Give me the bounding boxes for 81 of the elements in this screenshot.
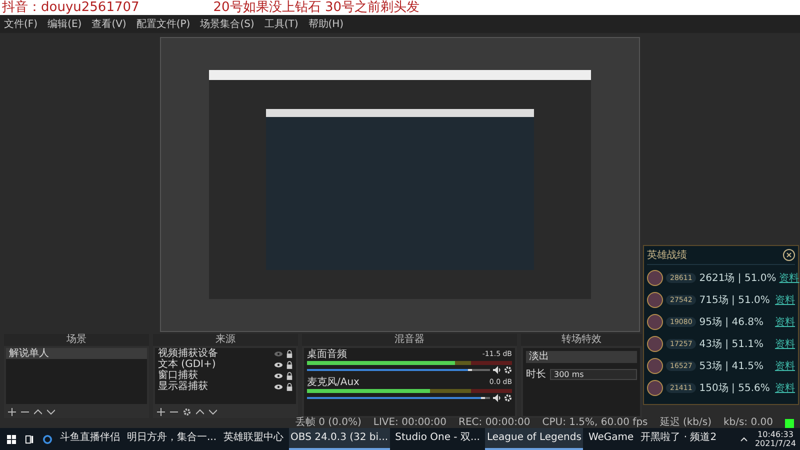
taskbar-app[interactable]: 开黑啦了 · 频道2 [638, 428, 719, 450]
start-icon[interactable] [7, 434, 16, 444]
source-item[interactable]: 显示器捕获 [158, 381, 271, 392]
avatar-placeholder [647, 270, 663, 286]
profile-link[interactable]: 资料 [775, 358, 795, 372]
menu-item[interactable]: 场景集合(S) [200, 17, 254, 31]
menu-item[interactable]: 帮助(H) [308, 17, 344, 31]
clock-date: 2021/7/24 [754, 439, 796, 448]
avatar-placeholder [647, 292, 663, 308]
source-item[interactable]: 文本 (GDI+) [158, 359, 271, 370]
menu-item[interactable]: 文件(F) [4, 17, 38, 31]
stream-status-indicator [785, 418, 794, 428]
taskbar-app[interactable]: 英雄联盟中心 [222, 428, 286, 450]
dock-title: 转场特效 [521, 334, 642, 346]
eye-icon[interactable] [274, 362, 283, 368]
dock-title: 来源 [153, 334, 298, 346]
taskbar-app[interactable]: 明日方舟，集合一... [125, 428, 219, 450]
down-icon[interactable] [47, 408, 55, 416]
profile-link[interactable]: 资料 [779, 270, 800, 284]
profile-link[interactable]: 资料 [775, 336, 795, 350]
panel-title: 英雄战绩 [647, 248, 687, 262]
speaker-icon[interactable] [493, 366, 501, 374]
duration-label: 时长 [526, 368, 546, 381]
record-text: 53场 | 41.5% [699, 360, 764, 372]
chevron-up-icon[interactable] [740, 435, 748, 443]
taskbar-app[interactable]: OBS 24.0.3 (32 bi... [288, 428, 390, 450]
status-text: REC: 00:00:00 [458, 418, 530, 428]
avatar-placeholder [647, 380, 663, 396]
avatar-placeholder [647, 314, 663, 330]
close-icon[interactable] [783, 249, 795, 261]
channel-name: 桌面音频 [307, 349, 347, 360]
task-view-icon[interactable] [25, 434, 34, 444]
overlay-caption: 抖音：douyu2561707 [2, 0, 140, 15]
menu-item[interactable]: 查看(V) [92, 17, 126, 31]
settings-icon[interactable] [183, 408, 191, 416]
add-icon[interactable] [157, 408, 165, 416]
channel-name: 麦克风/Aux [307, 377, 360, 388]
lock-icon[interactable] [286, 382, 293, 390]
settings-icon[interactable] [504, 366, 512, 374]
lock-icon[interactable] [286, 350, 293, 358]
lock-icon[interactable] [286, 372, 293, 380]
menu-item[interactable]: 工具(T) [264, 17, 298, 31]
transition-dropdown[interactable]: 淡出 [526, 351, 637, 363]
menu-item[interactable]: 编辑(E) [48, 17, 82, 31]
speaker-icon[interactable] [493, 394, 501, 402]
profile-link[interactable]: 资料 [775, 314, 795, 328]
add-icon[interactable] [8, 408, 16, 416]
up-icon[interactable] [34, 408, 42, 416]
avatar-placeholder [647, 358, 663, 374]
overlay-message: 20号如果没上钻石 30号之前剃头发 [213, 0, 420, 15]
record-text: 95场 | 46.8% [699, 316, 764, 328]
record-text: 150场 | 55.6% [699, 382, 771, 394]
eye-icon[interactable] [274, 372, 283, 378]
dock-title: 场景 [4, 334, 149, 346]
scene-item[interactable]: 解说单人 [6, 348, 147, 359]
clock-time: 10:46:33 [758, 430, 794, 439]
taskbar-app[interactable]: WeGame [586, 428, 636, 450]
record-text: 715场 | 51.0% [699, 294, 771, 306]
record-text: 43场 | 51.1% [699, 338, 764, 350]
dock-title: 混音器 [302, 334, 517, 346]
settings-icon[interactable] [504, 394, 512, 402]
taskbar-app[interactable]: Studio One - 双... [393, 428, 482, 450]
browser-icon[interactable] [43, 434, 52, 444]
status-text: kb/s: 0.00 [723, 418, 773, 428]
taskbar-app[interactable]: League of Legends [485, 428, 584, 450]
duration-field[interactable]: 300 ms [550, 368, 637, 380]
taskbar-app[interactable]: 斗鱼直播伴侣 [58, 428, 122, 450]
status-text: LIVE: 00:00:00 [373, 418, 447, 428]
profile-link[interactable]: 资料 [775, 380, 795, 394]
up-icon[interactable] [196, 408, 204, 416]
status-text: CPU: 1.5%, 60.00 fps [542, 418, 648, 428]
avatar-placeholder [647, 336, 663, 352]
status-text: 丢帧 0 (0.0%) [295, 418, 362, 428]
down-icon[interactable] [209, 408, 217, 416]
lock-icon[interactable] [286, 360, 293, 368]
status-text: 延迟 (kb/s) [660, 418, 712, 428]
profile-link[interactable]: 资料 [775, 292, 795, 306]
source-item[interactable]: 窗口捕获 [158, 370, 271, 381]
record-text: 2621场 | 51.0% [699, 272, 776, 284]
eye-icon[interactable] [274, 384, 283, 390]
menu-item[interactable]: 配置文件(P) [136, 17, 190, 31]
